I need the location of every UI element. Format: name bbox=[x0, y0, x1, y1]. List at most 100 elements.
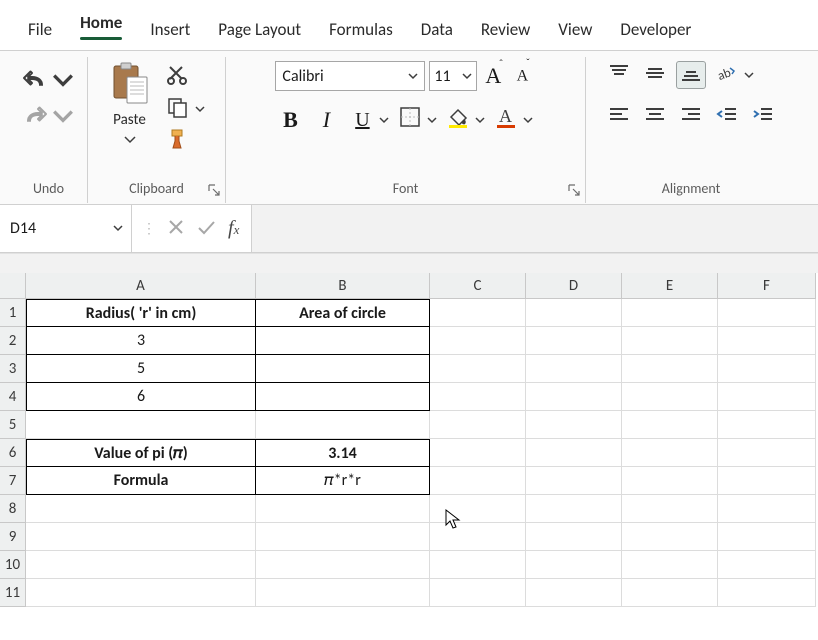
align-middle-button[interactable] bbox=[640, 61, 670, 89]
cell[interactable] bbox=[526, 327, 622, 355]
cell[interactable] bbox=[430, 411, 526, 439]
tab-data[interactable]: Data bbox=[407, 9, 467, 50]
cell[interactable] bbox=[256, 411, 430, 439]
font-name-select[interactable]: Calibri bbox=[275, 61, 425, 91]
decrease-indent-button[interactable] bbox=[712, 103, 742, 131]
cell[interactable] bbox=[526, 383, 622, 411]
cell[interactable] bbox=[622, 383, 718, 411]
tab-review[interactable]: Review bbox=[467, 9, 544, 50]
cell[interactable] bbox=[718, 383, 816, 411]
underline-button[interactable]: U bbox=[347, 105, 377, 135]
cell[interactable] bbox=[26, 551, 256, 579]
cell[interactable] bbox=[718, 551, 816, 579]
cell[interactable]: 6 bbox=[26, 383, 256, 411]
col-header-E[interactable]: E bbox=[622, 273, 718, 299]
cell[interactable] bbox=[718, 467, 816, 495]
cell[interactable] bbox=[430, 467, 526, 495]
row-header[interactable]: 4 bbox=[0, 383, 26, 411]
cell[interactable] bbox=[430, 299, 526, 327]
row-header[interactable]: 6 bbox=[0, 439, 26, 467]
row-header[interactable]: 10 bbox=[0, 551, 26, 579]
cell[interactable] bbox=[718, 327, 816, 355]
cell[interactable] bbox=[256, 523, 430, 551]
cell[interactable] bbox=[526, 495, 622, 523]
cell[interactable] bbox=[622, 523, 718, 551]
italic-button[interactable]: I bbox=[311, 105, 341, 135]
cell[interactable] bbox=[256, 327, 430, 355]
format-painter-button[interactable] bbox=[163, 127, 193, 155]
row-header[interactable]: 8 bbox=[0, 495, 26, 523]
row-header[interactable]: 5 bbox=[0, 411, 26, 439]
cell[interactable] bbox=[622, 579, 718, 607]
cell[interactable]: 3 bbox=[26, 327, 256, 355]
align-bottom-button[interactable] bbox=[676, 61, 706, 89]
cell[interactable]: Area of circle bbox=[256, 299, 430, 327]
cell[interactable] bbox=[526, 299, 622, 327]
cell[interactable] bbox=[256, 495, 430, 523]
align-center-button[interactable] bbox=[640, 103, 670, 131]
chevron-down-icon[interactable] bbox=[195, 101, 205, 118]
cell[interactable] bbox=[622, 495, 718, 523]
row-header[interactable]: 2 bbox=[0, 327, 26, 355]
cell[interactable] bbox=[26, 495, 256, 523]
cell[interactable] bbox=[256, 579, 430, 607]
cell[interactable] bbox=[526, 439, 622, 467]
name-box[interactable]: D14 bbox=[0, 205, 132, 252]
col-header-F[interactable]: F bbox=[718, 273, 816, 299]
chevron-down-icon[interactable] bbox=[425, 112, 437, 129]
font-size-select[interactable]: 11 bbox=[429, 61, 477, 91]
tab-home[interactable]: Home bbox=[66, 2, 136, 50]
cell[interactable] bbox=[526, 467, 622, 495]
align-left-button[interactable] bbox=[604, 103, 634, 131]
cell[interactable] bbox=[526, 355, 622, 383]
cell[interactable] bbox=[26, 579, 256, 607]
row-header[interactable]: 9 bbox=[0, 523, 26, 551]
fx-icon[interactable]: fx bbox=[222, 217, 245, 240]
align-top-button[interactable] bbox=[604, 61, 634, 89]
chevron-down-icon[interactable] bbox=[377, 112, 389, 129]
cell[interactable]: 𝜋*r*r bbox=[256, 467, 430, 495]
cell[interactable]: Radius( 'r' in cm) bbox=[26, 299, 256, 327]
cell[interactable] bbox=[430, 439, 526, 467]
cell[interactable] bbox=[430, 579, 526, 607]
paste-button[interactable]: Paste bbox=[109, 61, 151, 148]
fill-color-button[interactable] bbox=[443, 105, 473, 135]
chevron-down-icon[interactable] bbox=[742, 67, 754, 84]
cell[interactable] bbox=[718, 299, 816, 327]
cell[interactable] bbox=[26, 411, 256, 439]
cell[interactable] bbox=[718, 523, 816, 551]
row-header[interactable]: 7 bbox=[0, 467, 26, 495]
cell[interactable] bbox=[622, 551, 718, 579]
dialog-launcher-icon[interactable] bbox=[567, 183, 581, 197]
tab-developer[interactable]: Developer bbox=[606, 9, 705, 50]
align-right-button[interactable] bbox=[676, 103, 706, 131]
cell[interactable] bbox=[622, 467, 718, 495]
decrease-font-size-button[interactable]: Aˇ bbox=[513, 66, 536, 85]
increase-font-size-button[interactable]: Aˆ bbox=[481, 63, 508, 89]
col-header-C[interactable]: C bbox=[430, 273, 526, 299]
bold-button[interactable]: B bbox=[275, 105, 305, 135]
cell[interactable] bbox=[718, 495, 816, 523]
copy-button[interactable] bbox=[163, 95, 193, 123]
cell[interactable] bbox=[622, 299, 718, 327]
cell[interactable]: Value of pi (𝜋) bbox=[26, 439, 256, 467]
cell[interactable] bbox=[430, 523, 526, 551]
tab-file[interactable]: File bbox=[14, 9, 66, 50]
cell[interactable] bbox=[718, 579, 816, 607]
cell[interactable] bbox=[622, 327, 718, 355]
cell[interactable] bbox=[256, 355, 430, 383]
undo-button[interactable] bbox=[20, 67, 78, 97]
cut-button[interactable] bbox=[163, 63, 193, 91]
borders-button[interactable] bbox=[395, 105, 425, 135]
cell[interactable]: 3.14 bbox=[256, 439, 430, 467]
increase-indent-button[interactable] bbox=[748, 103, 778, 131]
dialog-launcher-icon[interactable] bbox=[207, 183, 221, 197]
tab-insert[interactable]: Insert bbox=[136, 9, 204, 50]
cell[interactable]: Formula bbox=[26, 467, 256, 495]
cell[interactable] bbox=[430, 383, 526, 411]
drag-handle-icon[interactable]: ⋮ bbox=[138, 220, 160, 237]
cell[interactable] bbox=[526, 551, 622, 579]
cell[interactable] bbox=[256, 551, 430, 579]
cell[interactable] bbox=[26, 523, 256, 551]
cell[interactable]: 5 bbox=[26, 355, 256, 383]
